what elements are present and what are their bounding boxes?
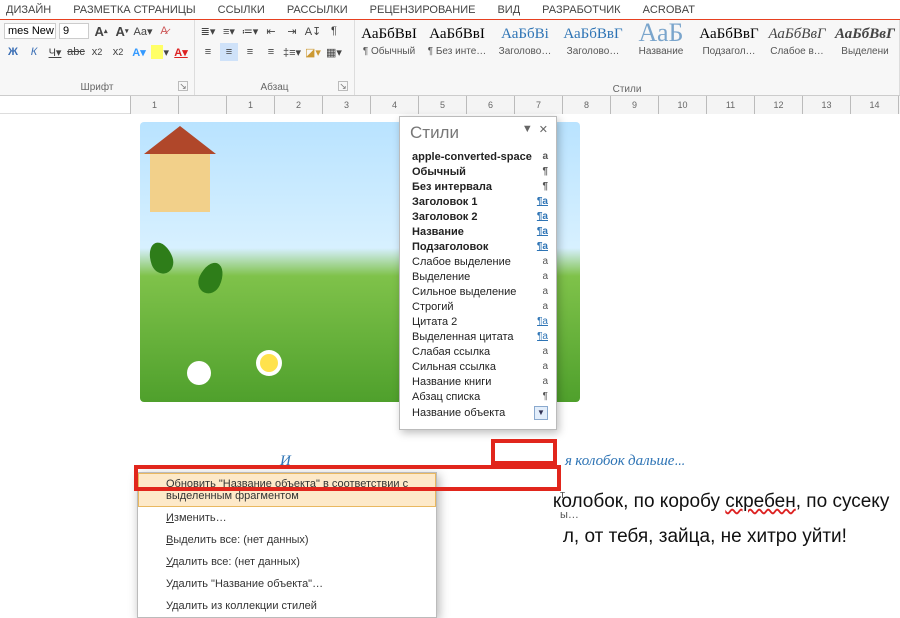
highlight-box [491,439,557,465]
style-gallery-item[interactable]: АаБбВвІ¶ Обычный [359,20,419,57]
superscript-button[interactable]: x2 [109,43,127,61]
context-menu-item[interactable]: Удалить "Название объекта"… [138,573,436,595]
style-context-menu: Обновить "Название объекта" в соответств… [137,472,437,618]
context-menu-item[interactable]: Удалить из коллекции стилей [138,595,436,617]
font-name-select[interactable]: mes New R [4,23,56,39]
text-effects-button[interactable]: A▾ [130,43,148,61]
style-list-item[interactable]: Слабое выделениеa [410,254,550,269]
style-list-item[interactable]: Сильная ссылкаa [410,359,550,374]
style-list-item[interactable]: Выделениеa [410,269,550,284]
ribbon-tab[interactable]: ACROBAT [643,4,695,16]
style-list-item[interactable]: Заголовок 1¶a [410,194,550,209]
styles-pane-dropdown-icon[interactable]: ▼ [522,123,533,143]
style-list-item[interactable]: Сильное выделениеa [410,284,550,299]
document-area: И я колобок дальше… К колобок, по коробу… [0,114,900,598]
increase-indent-button[interactable]: ⇥ [283,22,301,40]
align-center-button[interactable]: ≡ [220,43,238,61]
style-gallery-item[interactable]: АаБбВвГПодзагол… [699,20,759,57]
style-list-item[interactable]: Название книгиa [410,374,550,389]
subscript-button[interactable]: x2 [88,43,106,61]
bullets-button[interactable]: ≣▾ [199,22,217,40]
style-list-item[interactable]: Заголовок 2¶a [410,209,550,224]
style-list-item[interactable]: Название¶a [410,224,550,239]
image-caption: я колобок дальше… [565,451,685,470]
style-gallery-item[interactable]: АаБбВвГСлабое в… [767,20,827,57]
dialog-launcher-icon[interactable]: ↘ [338,81,348,91]
close-icon[interactable]: ✕ [539,123,548,143]
style-list-item[interactable]: Слабая ссылкаa [410,344,550,359]
ribbon-tab[interactable]: РАЗРАБОТЧИК [542,4,620,16]
style-list-item[interactable]: Обычный¶ [410,164,550,179]
ribbon-tab[interactable]: ВИД [497,4,520,16]
context-menu-item[interactable]: Обновить "Название объекта" в соответств… [138,473,436,507]
style-list-item[interactable]: Подзаголовок¶a [410,239,550,254]
font-size-select[interactable]: 9 [59,23,89,39]
shading-button[interactable]: ◪▾ [304,43,322,61]
font-group: mes New R 9 A▴ A▾ Aa▾ A̷ Ж К Ч▾ abc x2 x… [0,20,195,95]
context-menu-item[interactable]: Выделить все: (нет данных) [138,529,436,551]
context-menu-item[interactable]: Удалить все: (нет данных) [138,551,436,573]
decrease-indent-button[interactable]: ⇤ [262,22,280,40]
highlight-button[interactable]: ▾ [151,43,169,61]
style-gallery-item[interactable]: АаБбВвГЗаголово… [563,20,623,57]
show-marks-button[interactable]: ¶ [325,22,343,40]
para-group-label: Абзац↘ [199,80,350,93]
horizontal-ruler: 11234567891011121314151617 [0,96,900,114]
ribbon-tab[interactable]: ДИЗАЙН [6,4,51,16]
context-menu-item[interactable]: Изменить… [138,507,436,529]
ribbon-tab[interactable]: ССЫЛКИ [218,4,265,16]
styles-gallery[interactable]: АаБбВвІ¶ ОбычныйАаБбВвІ¶ Без инте…АаБбВі… [359,20,895,82]
shrink-font-button[interactable]: A▾ [113,22,131,40]
bold-button[interactable]: Ж [4,43,22,61]
style-list-item[interactable]: Выделенная цитата¶a [410,329,550,344]
borders-button[interactable]: ▦▾ [325,43,343,61]
truncated-text: ы… [560,509,579,521]
style-list-item[interactable]: Абзац списка¶ [410,389,550,404]
multilevel-button[interactable]: ≔▾ [241,22,259,40]
dialog-launcher-icon[interactable]: ↘ [178,81,188,91]
image-caption: И [280,451,291,470]
ribbon-tab[interactable]: РАЗМЕТКА СТРАНИЦЫ [73,4,195,16]
change-case-button[interactable]: Aa▾ [134,22,152,40]
style-list-item[interactable]: Название объекта▼ [410,404,550,421]
style-gallery-item[interactable]: АаБбВвІ¶ Без инте… [427,20,487,57]
styles-pane-list: apple-converted-spaceaОбычный¶Без интерв… [400,145,556,429]
style-gallery-item[interactable]: АаБбВіЗаголово… [495,20,555,57]
style-gallery-item[interactable]: АаБбВвГВыделени [835,20,895,57]
style-list-item[interactable]: Без интервала¶ [410,179,550,194]
style-list-item[interactable]: Цитата 2¶a [410,314,550,329]
paragraph-group: ≣▾ ≡▾ ≔▾ ⇤ ⇥ A↧ ¶ ≡ ≡ ≡ ≡ ‡≡▾ ◪▾ ▦▾ Абза… [195,20,355,95]
ribbon-tabs: ДИЗАЙН РАЗМЕТКА СТРАНИЦЫ ССЫЛКИ РАССЫЛКИ РЕЦ… [0,0,900,20]
chevron-down-icon[interactable]: ▼ [534,406,548,420]
sort-button[interactable]: A↧ [304,22,322,40]
underline-button[interactable]: Ч▾ [46,43,64,61]
grow-font-button[interactable]: A▴ [92,22,110,40]
styles-pane-title: Стили [410,123,459,143]
ribbon: mes New R 9 A▴ A▾ Aa▾ A̷ Ж К Ч▾ abc x2 x… [0,20,900,96]
numbering-button[interactable]: ≡▾ [220,22,238,40]
line-spacing-button[interactable]: ‡≡▾ [283,43,301,61]
font-color-button[interactable]: A▾ [172,43,190,61]
ribbon-tab[interactable]: РЕЦЕНЗИРОВАНИЕ [370,4,476,16]
style-gallery-item[interactable]: АаБНазвание [631,20,691,57]
ribbon-tab[interactable]: РАССЫЛКИ [287,4,348,16]
justify-button[interactable]: ≡ [262,43,280,61]
style-list-item[interactable]: Строгийa [410,299,550,314]
font-group-label: Шрифт↘ [4,80,190,93]
align-right-button[interactable]: ≡ [241,43,259,61]
styles-group: АаБбВвІ¶ ОбычныйАаБбВвІ¶ Без инте…АаБбВі… [355,20,900,95]
strikethrough-button[interactable]: abc [67,43,85,61]
italic-button[interactable]: К [25,43,43,61]
truncated-text: т [560,489,565,501]
styles-pane: Стили ▼ ✕ apple-converted-spaceaОбычный¶… [399,116,557,430]
style-list-item[interactable]: apple-converted-spacea [410,149,550,164]
styles-group-label: Стили [359,82,895,95]
clear-formatting-button[interactable]: A̷ [155,22,173,40]
align-left-button[interactable]: ≡ [199,43,217,61]
